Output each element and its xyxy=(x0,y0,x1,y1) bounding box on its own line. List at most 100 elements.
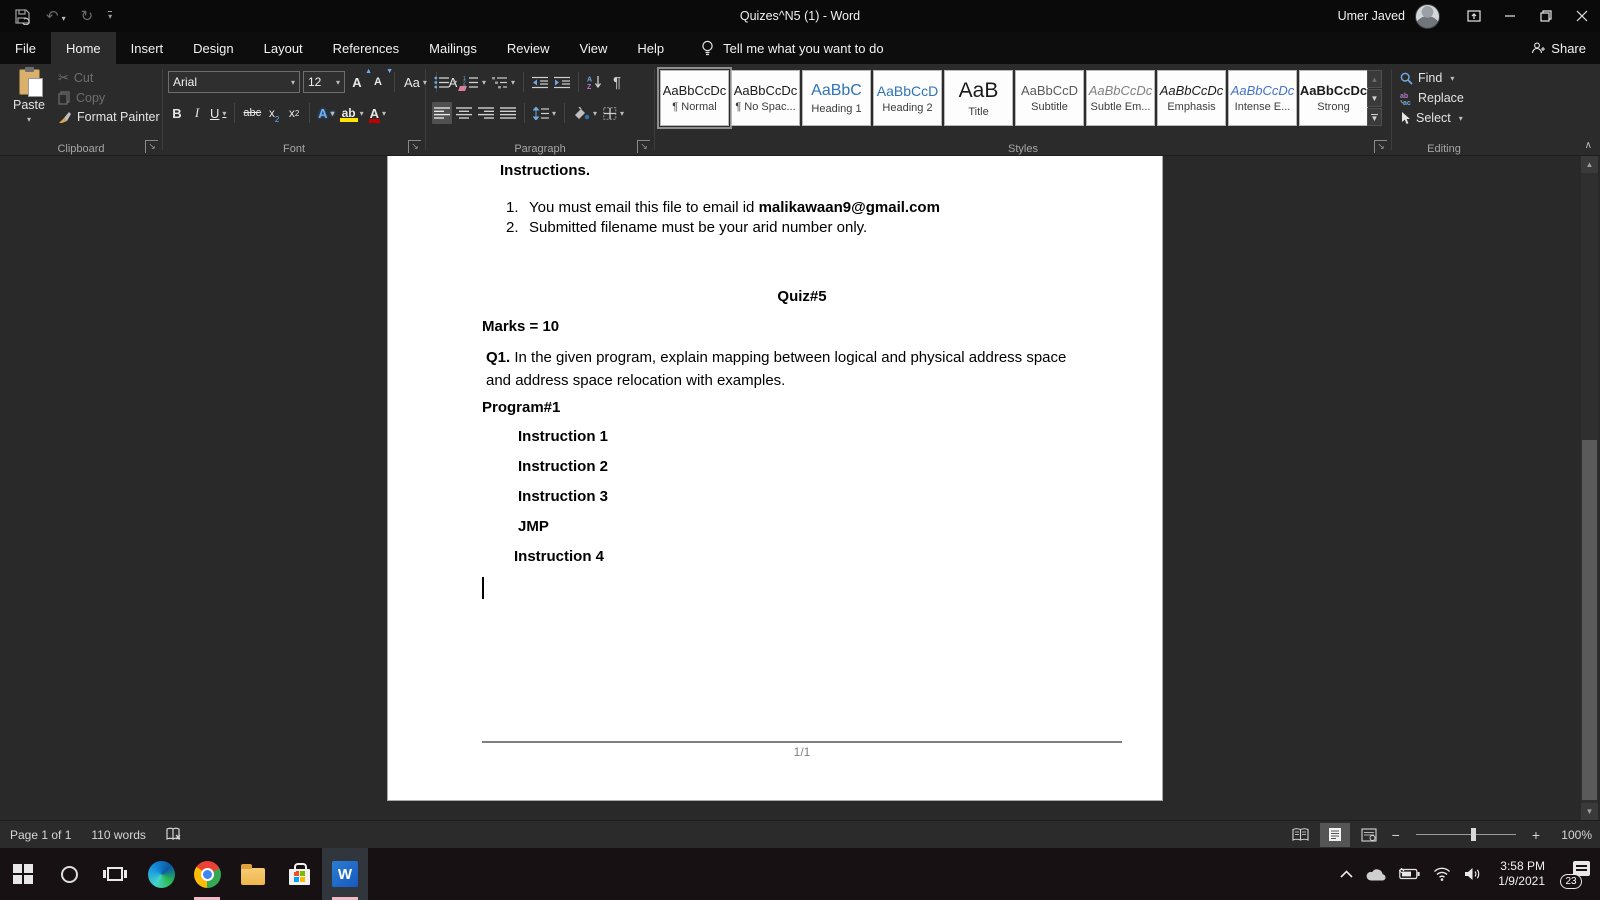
speaker-icon[interactable] xyxy=(1464,867,1481,881)
shrink-font-button[interactable]: A▼ xyxy=(369,71,387,93)
style-heading-2[interactable]: AaBbCcDHeading 2 xyxy=(873,70,942,126)
clipboard-dialog-launcher[interactable]: ↘ xyxy=(145,140,158,153)
clock[interactable]: 3:58 PM 1/9/2021 xyxy=(1498,859,1545,889)
style-intense-emphasis[interactable]: AaBbCcDcIntense E... xyxy=(1228,70,1297,126)
align-left-button[interactable] xyxy=(432,102,452,124)
zoom-slider[interactable] xyxy=(1416,834,1516,835)
decrease-indent-button[interactable] xyxy=(530,71,550,93)
read-mode-button[interactable] xyxy=(1286,823,1316,847)
paste-button[interactable]: Paste ▾ xyxy=(6,69,52,135)
font-dialog-launcher[interactable]: ↘ xyxy=(408,140,421,153)
format-painter-button[interactable]: Format Painter xyxy=(58,110,160,124)
battery-icon[interactable] xyxy=(1399,868,1420,880)
select-button[interactable]: Select xyxy=(1400,111,1464,125)
redo-icon[interactable]: ↻ xyxy=(81,9,94,24)
account-user-name[interactable]: Umer Javed xyxy=(1338,9,1405,23)
copy-button[interactable]: Copy xyxy=(58,91,160,105)
font-size-combobox[interactable]: 12▾ xyxy=(303,71,345,93)
scroll-down-icon[interactable]: ▼ xyxy=(1581,803,1598,820)
tab-insert[interactable]: Insert xyxy=(116,32,179,64)
tab-references[interactable]: References xyxy=(318,32,414,64)
scrollbar-thumb[interactable] xyxy=(1582,440,1597,800)
text-effects-button[interactable]: A xyxy=(316,102,336,124)
align-center-button[interactable] xyxy=(454,102,474,124)
share-button[interactable]: Share xyxy=(1517,32,1600,64)
close-button[interactable] xyxy=(1564,0,1600,32)
taskbar-chrome[interactable] xyxy=(184,848,230,900)
collapse-ribbon-icon[interactable]: ∧ xyxy=(1585,140,1592,151)
cut-button[interactable]: ✂ Cut xyxy=(58,70,160,86)
customize-quick-access-icon[interactable]: ▾ xyxy=(108,11,112,21)
chevron-down-icon[interactable]: ▾ xyxy=(287,78,295,87)
taskbar-file-explorer[interactable] xyxy=(230,848,276,900)
zoom-out-button[interactable]: − xyxy=(1388,827,1404,843)
style-strong[interactable]: AaBbCcDcStrong xyxy=(1299,70,1368,126)
tab-design[interactable]: Design xyxy=(178,32,248,64)
word-count-status[interactable]: 110 words xyxy=(81,828,155,842)
justify-button[interactable] xyxy=(498,102,518,124)
task-view-button[interactable] xyxy=(92,848,138,900)
show-hide-pilcrow-button[interactable]: ¶ xyxy=(607,71,627,93)
tray-expand-chevron-icon[interactable] xyxy=(1340,870,1353,878)
replace-button[interactable]: abac Replace xyxy=(1400,91,1464,105)
restore-button[interactable] xyxy=(1528,0,1564,32)
style-subtle-emphasis[interactable]: AaBbCcDcSubtle Em... xyxy=(1086,70,1155,126)
minimize-button[interactable] xyxy=(1492,0,1528,32)
tab-review[interactable]: Review xyxy=(492,32,565,64)
font-color-button[interactable]: A xyxy=(368,102,388,124)
find-button[interactable]: Find xyxy=(1400,71,1464,85)
scroll-up-icon[interactable]: ▲ xyxy=(1581,156,1598,173)
grow-font-button[interactable]: A▲ xyxy=(348,71,366,93)
chevron-down-icon[interactable]: ▾ xyxy=(332,78,340,87)
page-count-status[interactable]: Page 1 of 1 xyxy=(0,828,81,842)
text-highlight-color-button[interactable]: ab xyxy=(339,102,366,124)
styles-more-icon[interactable]: ▼ xyxy=(1367,108,1382,126)
proofing-errors-icon[interactable] xyxy=(156,827,192,842)
paste-dropdown-arrow-icon[interactable]: ▾ xyxy=(27,115,31,124)
paragraph-dialog-launcher[interactable]: ↘ xyxy=(637,140,650,153)
styles-scroll-down-icon[interactable]: ▼ xyxy=(1367,89,1382,107)
change-case-button[interactable]: Aa xyxy=(402,71,429,93)
sort-button[interactable]: AZ xyxy=(585,71,605,93)
start-button[interactable] xyxy=(0,848,46,900)
styles-dialog-launcher[interactable]: ↘ xyxy=(1374,140,1387,153)
tab-help[interactable]: Help xyxy=(622,32,679,64)
tab-home[interactable]: Home xyxy=(51,32,116,64)
document-page[interactable]: Instructions. 1. You must email this fil… xyxy=(387,156,1163,801)
print-layout-button[interactable] xyxy=(1320,823,1350,847)
styles-scroll-up-icon[interactable]: ▲ xyxy=(1367,70,1382,88)
tab-layout[interactable]: Layout xyxy=(249,32,318,64)
superscript-button[interactable]: x2 xyxy=(285,102,303,124)
onedrive-cloud-icon[interactable] xyxy=(1366,868,1386,881)
align-right-button[interactable] xyxy=(476,102,496,124)
web-layout-button[interactable] xyxy=(1354,823,1384,847)
cortana-button[interactable] xyxy=(46,848,92,900)
style-heading-1[interactable]: AaBbCHeading 1 xyxy=(802,70,871,126)
bullets-button[interactable] xyxy=(432,71,459,93)
zoom-in-button[interactable]: + xyxy=(1528,827,1544,843)
taskbar-edge[interactable] xyxy=(138,848,184,900)
tab-file[interactable]: File xyxy=(0,32,51,64)
style-subtitle[interactable]: AaBbCcDSubtitle xyxy=(1015,70,1084,126)
font-name-combobox[interactable]: Arial▾ xyxy=(168,71,300,93)
wifi-icon[interactable] xyxy=(1433,867,1451,881)
style-normal[interactable]: AaBbCcDc¶ Normal xyxy=(660,70,729,126)
numbering-button[interactable]: 123 xyxy=(461,71,488,93)
bold-button[interactable]: B xyxy=(168,102,186,124)
vertical-scrollbar[interactable]: ▲ ▼ xyxy=(1581,156,1598,820)
tell-me-box[interactable]: Tell me what you want to do xyxy=(701,32,883,64)
style-title[interactable]: AaBTitle xyxy=(944,70,1013,126)
action-center-button[interactable]: 23 xyxy=(1564,861,1590,887)
save-icon[interactable] xyxy=(14,8,31,25)
increase-indent-button[interactable] xyxy=(552,71,572,93)
style-emphasis[interactable]: AaBbCcDcEmphasis xyxy=(1157,70,1226,126)
ribbon-display-options-icon[interactable] xyxy=(1456,0,1492,32)
taskbar-store[interactable] xyxy=(276,848,322,900)
avatar[interactable] xyxy=(1415,4,1440,29)
tab-mailings[interactable]: Mailings xyxy=(414,32,492,64)
subscript-button[interactable]: x2 xyxy=(265,102,283,124)
zoom-slider-thumb[interactable] xyxy=(1471,828,1476,841)
taskbar-word[interactable]: W xyxy=(322,848,368,900)
underline-button[interactable]: U xyxy=(208,102,228,124)
tab-view[interactable]: View xyxy=(564,32,622,64)
